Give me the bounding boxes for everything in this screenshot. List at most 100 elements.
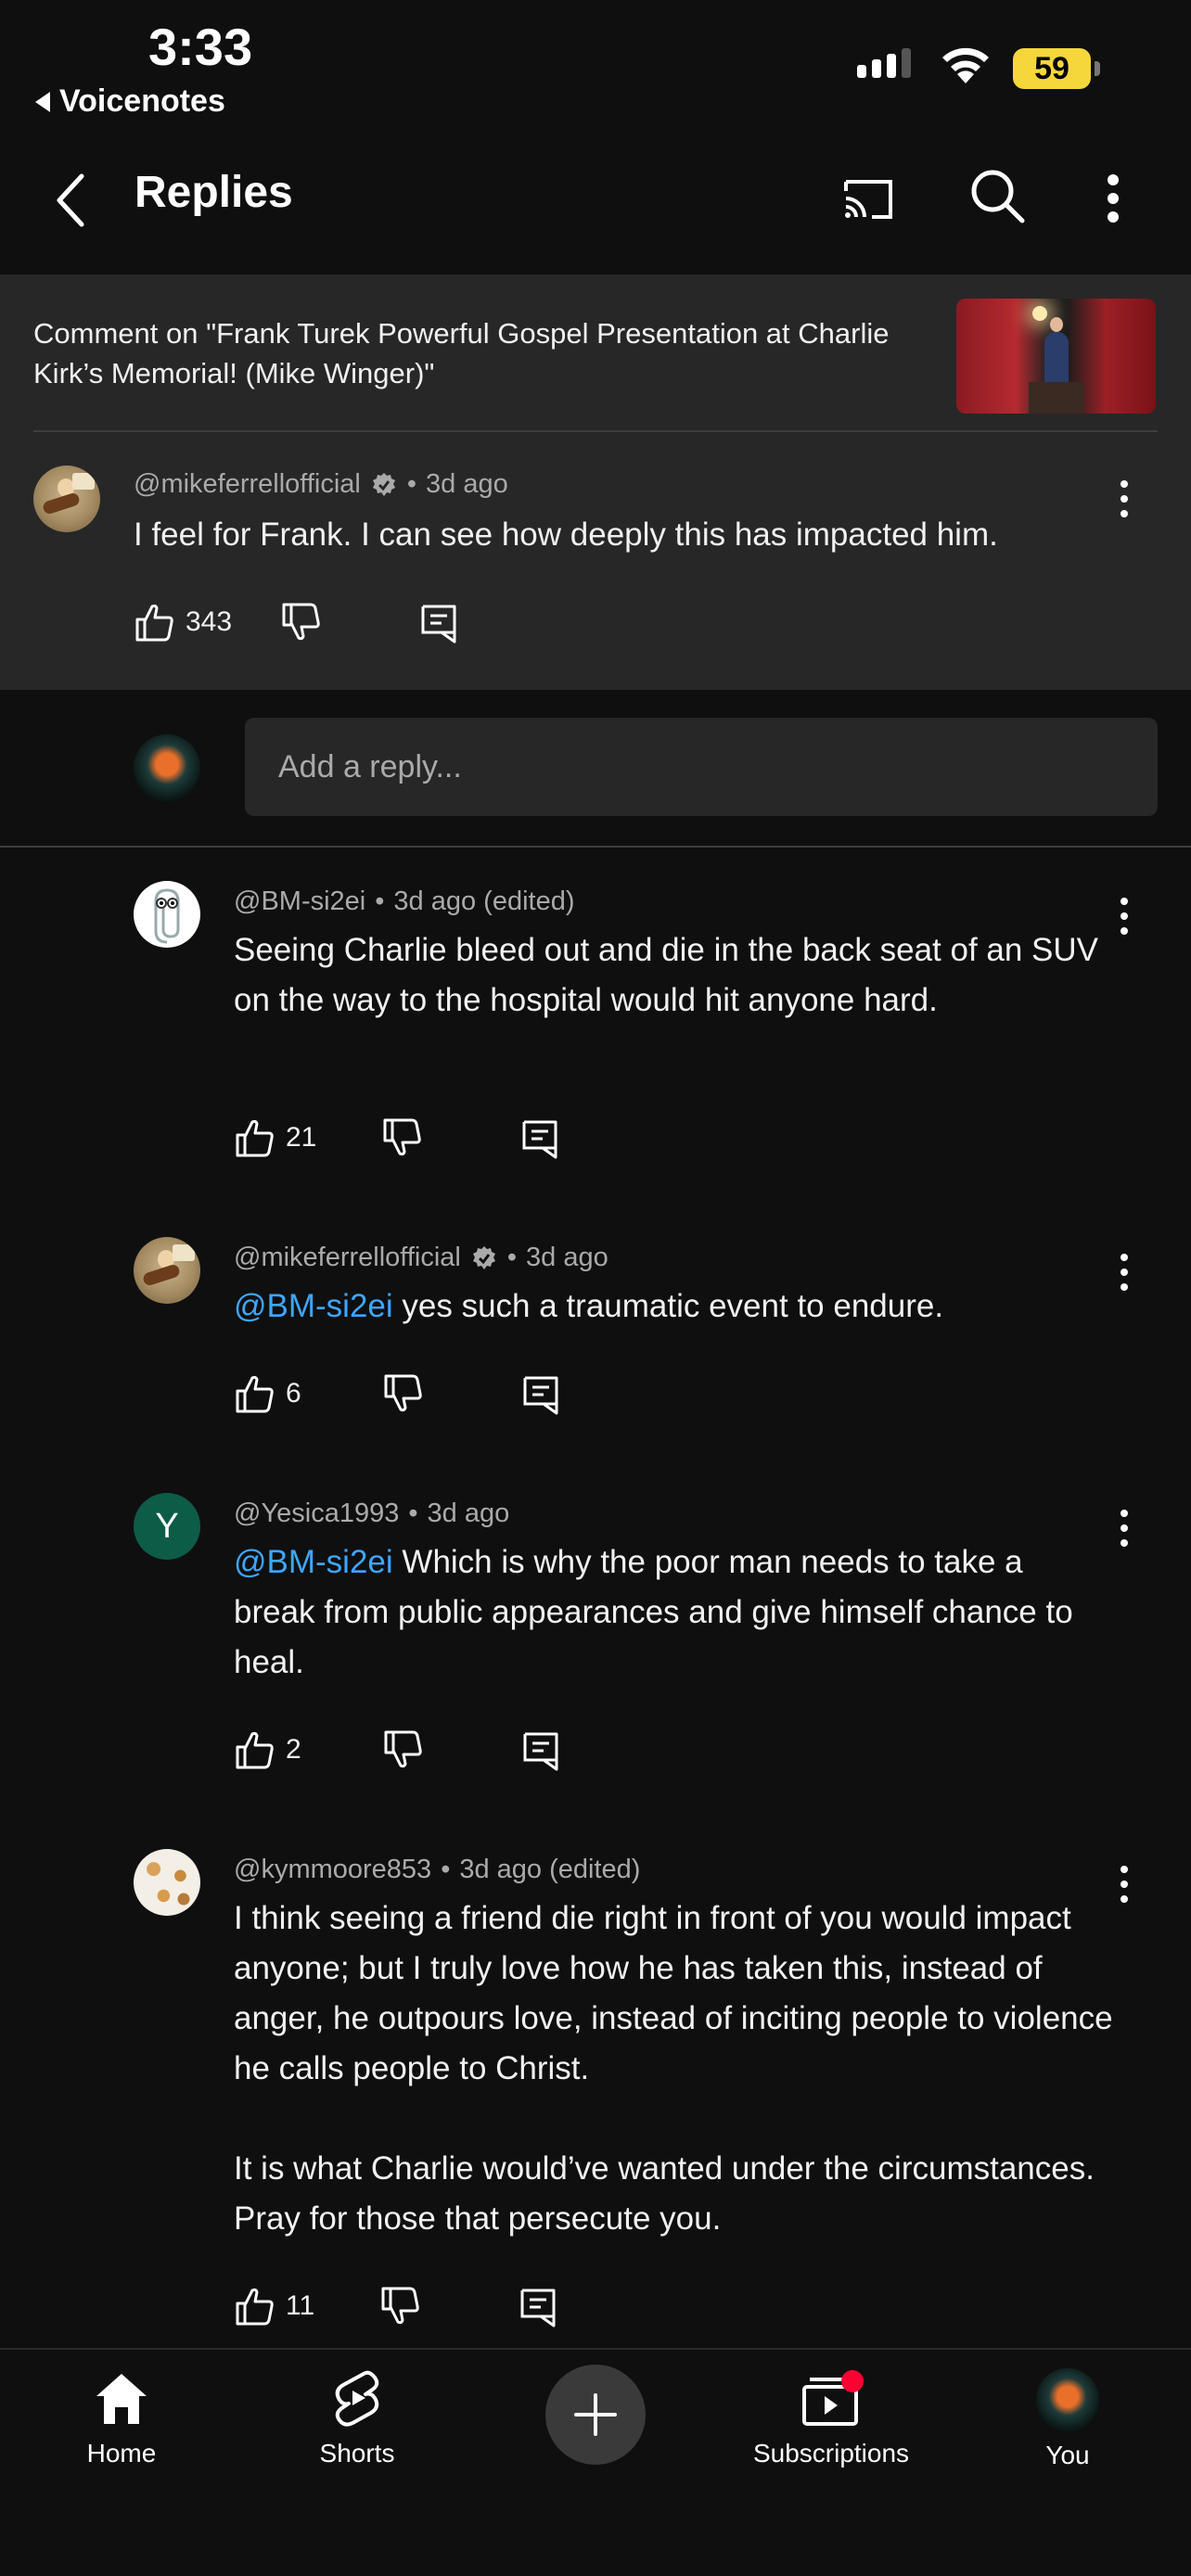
nav-shorts-label: Shorts <box>319 2439 395 2468</box>
comment-author[interactable]: @kymmoore853 <box>234 1855 431 1885</box>
comment-time: 3d ago <box>426 469 508 499</box>
add-reply-input[interactable]: Add a reply... <box>245 718 1158 816</box>
mention-link[interactable]: @BM-si2ei <box>234 1288 393 1324</box>
comment-menu-icon[interactable] <box>1113 896 1135 937</box>
cast-icon[interactable] <box>837 167 900 230</box>
search-icon[interactable] <box>965 163 1031 230</box>
comment-time: 3d ago (edited) <box>393 886 575 916</box>
like-count: 2 <box>286 1734 301 1765</box>
comment-body: yes such a traumatic event to endure. <box>402 1288 944 1324</box>
separator-dot: • <box>408 1498 418 1528</box>
back-triangle-icon <box>35 91 50 112</box>
reply-icon[interactable] <box>519 1372 562 1415</box>
comment-text-paragraph-2: It is what Charlie would’ve wanted under… <box>234 2150 1095 2237</box>
create-button[interactable] <box>545 2365 646 2465</box>
like-count: 343 <box>186 606 233 637</box>
video-thumbnail[interactable] <box>956 299 1156 414</box>
clock: 3:33 <box>148 18 253 76</box>
nav-you[interactable]: You <box>975 2368 1160 2470</box>
verified-badge-icon <box>372 472 395 496</box>
reply-icon[interactable] <box>519 1116 561 1159</box>
video-context-text[interactable]: Comment on "Frank Turek Powerful Gospel … <box>33 313 905 393</box>
comment-menu-icon[interactable] <box>1113 1252 1135 1293</box>
comment-actions: 343 <box>134 599 460 645</box>
parent-comment-block: Comment on "Frank Turek Powerful Gospel … <box>0 274 1191 690</box>
avatar[interactable] <box>33 465 100 532</box>
like-icon[interactable] <box>234 1728 276 1771</box>
separator-dot: • <box>441 1855 451 1884</box>
separator-dot: • <box>406 469 417 499</box>
like-icon[interactable] <box>134 601 176 644</box>
comment-meta: @kymmoore853 • 3d ago (edited) <box>234 1855 640 1885</box>
notification-dot <box>841 2370 864 2392</box>
avatar[interactable] <box>134 881 200 948</box>
comment-author[interactable]: @Yesica1993 <box>234 1498 399 1529</box>
comment-text: I think seeing a friend die right in fro… <box>234 1900 1113 2086</box>
reply-icon[interactable] <box>517 2285 559 2327</box>
plus-icon <box>574 2393 617 2436</box>
comment-menu-icon[interactable] <box>1113 1864 1135 1905</box>
stage-light <box>1032 306 1047 321</box>
reply-icon[interactable] <box>417 601 460 644</box>
reply-icon[interactable] <box>519 1728 562 1771</box>
avatar[interactable]: Y <box>134 1493 200 1560</box>
comment-actions: 11 <box>234 2283 559 2329</box>
nav-subscriptions[interactable]: Subscriptions <box>738 2368 924 2468</box>
subscriptions-icon <box>802 2370 864 2426</box>
comment-text: @BM-si2ei Which is why the poor man need… <box>234 1537 1106 1688</box>
dislike-icon[interactable] <box>280 601 323 644</box>
comment-text: I feel for Frank. I can see how deeply t… <box>134 516 998 553</box>
comment-time: 3d ago (edited) <box>459 1855 641 1884</box>
battery-indicator: 59 <box>1013 48 1100 89</box>
dislike-icon[interactable] <box>379 2285 422 2327</box>
home-icon <box>96 2374 147 2424</box>
status-bar: 3:33 Voicenotes 59 <box>0 0 1191 130</box>
avatar[interactable] <box>134 1849 200 1916</box>
comment-author[interactable]: @mikeferrellofficial <box>234 1243 461 1273</box>
dislike-icon[interactable] <box>382 1728 425 1771</box>
reply-input-row: Add a reply... <box>0 690 1191 848</box>
comment-author[interactable]: @BM-si2ei <box>234 886 365 917</box>
more-options-icon[interactable] <box>1095 165 1132 232</box>
comment-author[interactable]: @mikeferrellofficial <box>134 469 361 500</box>
nav-home-label: Home <box>86 2439 157 2468</box>
page-title: Replies <box>134 168 293 217</box>
comment-meta: @mikeferrellofficial • 3d ago <box>134 469 508 500</box>
comment-meta: @Yesica1993 • 3d ago <box>234 1498 509 1529</box>
comment-actions: 21 <box>234 1115 561 1161</box>
comment-meta: @mikeferrellofficial • 3d ago <box>234 1243 608 1273</box>
comment-menu-icon[interactable] <box>1113 478 1135 519</box>
shorts-icon <box>335 2370 379 2427</box>
mention-link[interactable]: @BM-si2ei <box>234 1544 393 1580</box>
podium <box>1029 382 1084 414</box>
comment-meta: @BM-si2ei • 3d ago (edited) <box>234 886 575 917</box>
comment-text: @BM-si2ei yes such a traumatic event to … <box>234 1282 1106 1332</box>
like-icon[interactable] <box>234 1116 276 1159</box>
you-avatar <box>1036 2368 1099 2431</box>
back-app-label: Voicenotes <box>59 83 225 119</box>
comment-time: 3d ago <box>526 1243 608 1272</box>
avatar[interactable] <box>134 1237 200 1304</box>
comment-time: 3d ago <box>427 1498 510 1528</box>
back-arrow-icon[interactable] <box>46 163 102 237</box>
separator-dot: • <box>506 1243 518 1272</box>
divider <box>33 430 1158 432</box>
dislike-icon[interactable] <box>382 1372 425 1415</box>
comment-actions: 2 <box>234 1727 562 1773</box>
separator-dot: • <box>375 886 385 916</box>
nav-home[interactable]: Home <box>29 2368 214 2468</box>
like-icon[interactable] <box>234 2285 276 2327</box>
comment-text: Seeing Charlie bleed out and die in the … <box>234 932 1099 1018</box>
like-count: 11 <box>286 2290 315 2321</box>
comment-menu-icon[interactable] <box>1113 1508 1135 1549</box>
clippy-avatar-icon <box>154 888 180 944</box>
nav-subscriptions-label: Subscriptions <box>752 2439 910 2468</box>
nav-shorts[interactable]: Shorts <box>264 2368 450 2468</box>
like-count: 21 <box>286 1122 317 1153</box>
like-icon[interactable] <box>234 1372 276 1415</box>
back-to-app-link[interactable]: Voicenotes <box>35 83 225 120</box>
wifi-icon <box>942 47 989 83</box>
like-count: 6 <box>286 1378 301 1409</box>
my-avatar <box>134 734 200 801</box>
dislike-icon[interactable] <box>381 1116 424 1159</box>
